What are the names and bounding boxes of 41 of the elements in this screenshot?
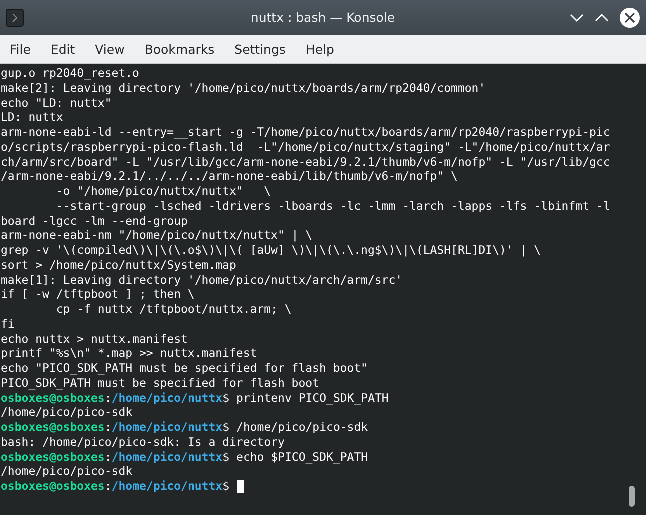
terminal-line: /home/pico/pico-sdk xyxy=(1,464,134,479)
terminal-line: echo nuttx > nuttx.manifest xyxy=(1,332,189,346)
terminal-line: sort > /home/pico/nuttx/System.map xyxy=(1,258,238,272)
terminal-line: echo "PICO_SDK_PATH must be specified for flash boot" xyxy=(1,361,369,376)
terminal-line: bash: /home/pico/pico-sdk: Is a directory xyxy=(1,434,286,450)
scrollbar-thumb[interactable] xyxy=(629,486,635,507)
terminal-prompt: osboxes@osboxes:/home/pico/nuttx$ printenv PICO_SDK_PATH xyxy=(1,390,389,406)
terminal-line: LD: nuttx xyxy=(1,110,64,125)
terminal-line: fi xyxy=(1,316,16,332)
terminal-icon[interactable] xyxy=(6,8,24,26)
terminal-prompt: osboxes@osboxes:/home/pico/nuttx$ /home/pico/pico-sdk xyxy=(1,420,368,435)
terminal-line: gup.o rp2040_reset.o xyxy=(1,66,140,81)
terminal-line: --start-group -lsched -ldrivers -lboards -lc -lmm -larch -lapps -lfs -lbinfmt -l xyxy=(55,198,612,214)
menu-item[interactable]: File xyxy=(0,38,41,60)
minimize-icon[interactable] xyxy=(570,12,584,22)
terminal-line: grep -v '\(compiled\)\|\(\.o$\)\|\( [aUw] \)\|\(\.\.ng$\)\|\(LASH[RL]DI\)' | \ xyxy=(1,243,542,258)
terminal-prompt: osboxes@osboxes:/home/pico/nuttx$ xyxy=(1,479,230,494)
terminal-line: cp -f nuttx /tftpboot/nuttx.arm; \ xyxy=(55,302,293,317)
terminal-line: arm-none-eabi-ld --entry=__start -g -T/home/pico/nuttx/boards/arm/rp2040/raspberrypi-pic xyxy=(1,125,612,140)
window-title: nuttx : bash — Konsole xyxy=(250,10,396,25)
terminal-line: PICO_SDK_PATH must be specified for flash boot xyxy=(1,376,320,390)
terminal-line: -o "/home/pico/nuttx/nuttx" \ xyxy=(55,184,272,199)
terminal-line: if [ -w /tftpboot ] ; then \ xyxy=(1,287,196,302)
terminal-line: echo "LD: nuttx" xyxy=(1,96,113,110)
terminal-prompt: osboxes@osboxes:/home/pico/nuttx$ echo $PICO_SDK_PATH xyxy=(1,450,368,464)
terminal-line: printf "%s\n" *.map >> nuttx.manifest xyxy=(1,346,258,361)
terminal-line: /home/pico/pico-sdk xyxy=(1,405,134,420)
terminal-line: o/scripts/raspberrypi-pico-flash.ld -L"/home/pico/nuttx/staging" -L"/home/pico/nuttx/ar xyxy=(1,140,612,154)
terminal-line: make[2]: Leaving directory '/home/pico/nuttx/boards/arm/rp2040/common' xyxy=(1,80,487,96)
menu-item[interactable]: Settings xyxy=(224,38,296,60)
menu-item[interactable]: Edit xyxy=(40,38,86,60)
menu-item[interactable]: Bookmarks xyxy=(134,38,225,60)
maximize-icon[interactable] xyxy=(595,12,609,22)
menu-item[interactable]: Help xyxy=(296,38,344,60)
terminal-line: board -lgcc -lm --end-group xyxy=(1,214,189,228)
menu-item[interactable]: View xyxy=(85,38,135,60)
terminal-line: arm-none-eabi-nm "/home/pico/nuttx/nuttx" | \ xyxy=(1,228,314,243)
close-icon[interactable] xyxy=(620,8,640,28)
terminal-line: /arm-none-eabi/9.2.1/../../../arm-none-eabi/lib/thumb/v6-m/nofp" \ xyxy=(1,169,459,184)
terminal-line: make[1]: Leaving directory '/home/pico/nuttx/arch/arm/src' xyxy=(1,272,404,288)
terminal-line: ch/arm/src/board" -L "/usr/lib/gcc/arm-none-eabi/9.2.1/thumb/v6-m/nofp" -L "/usr/lib/gcc xyxy=(1,154,612,170)
